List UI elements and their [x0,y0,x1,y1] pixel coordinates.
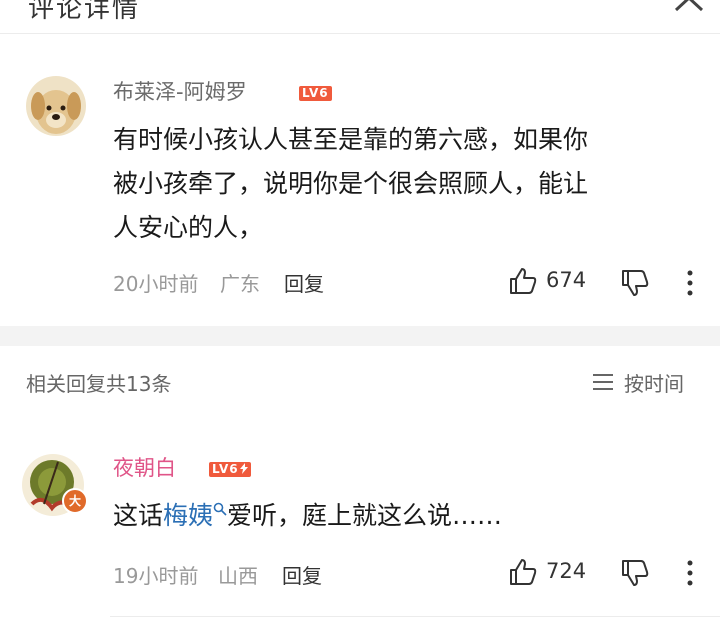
thumbs-down-icon [622,560,649,586]
like-count: 724 [546,559,587,583]
avatar[interactable] [26,76,86,136]
page-title: 评论详情 [28,0,141,24]
search-icon [213,502,227,516]
comment-line: 有时候小孩认人甚至是靠的第六感，如果你 [113,125,589,154]
reply-button[interactable]: 回复 [282,560,322,589]
section-divider [0,326,720,346]
like-button[interactable]: 674 [508,266,588,298]
more-button[interactable] [683,268,697,298]
comment-line: 人安心的人， [113,213,264,242]
verified-badge: 大 [62,488,88,514]
replies-count-header: 相关回复共13条 [26,372,172,396]
dislike-button[interactable] [620,558,650,588]
thumbs-down-icon [622,270,649,296]
reply-text: 这话梅姨 爱听，庭上就这么说…… [113,501,503,530]
reply-location: 山西 [218,564,258,588]
comment-location: 广东 [220,272,260,296]
dislike-button[interactable] [620,268,650,298]
reply-username[interactable]: 夜朝白 [113,452,176,482]
like-button[interactable]: 724 [508,557,588,589]
reply-button[interactable]: 回复 [284,268,324,297]
header-divider [0,33,720,34]
level-badge: LV6 [299,82,332,101]
thumbs-up-icon [510,268,537,294]
thumbs-up-icon [510,559,537,585]
comment-username[interactable]: 布莱泽-阿姆罗 [113,76,247,106]
sort-label: 按时间 [624,372,684,396]
lightning-icon [239,463,248,474]
comment-time: 20小时前 [113,272,199,296]
close-icon [674,0,704,12]
bottom-divider [110,616,720,617]
more-icon [687,560,693,586]
comment-line: 被小孩牵了，说明你是个很会照顾人，能让 [113,169,589,198]
more-button[interactable] [683,558,697,588]
sort-button[interactable]: 按时间 [592,368,702,396]
like-count: 674 [546,268,587,292]
level-badge: LV6 [209,458,251,477]
reply-time: 19小时前 [113,564,199,588]
search-link[interactable]: 梅姨 [163,501,227,530]
comment-text: 有时候小孩认人甚至是靠的第六感，如果你 被小孩牵了，说明你是个很会照顾人，能让 … [113,118,713,250]
close-button[interactable] [672,0,706,16]
more-icon [687,270,693,296]
dog-avatar-image [26,76,86,136]
sort-icon [593,374,613,390]
